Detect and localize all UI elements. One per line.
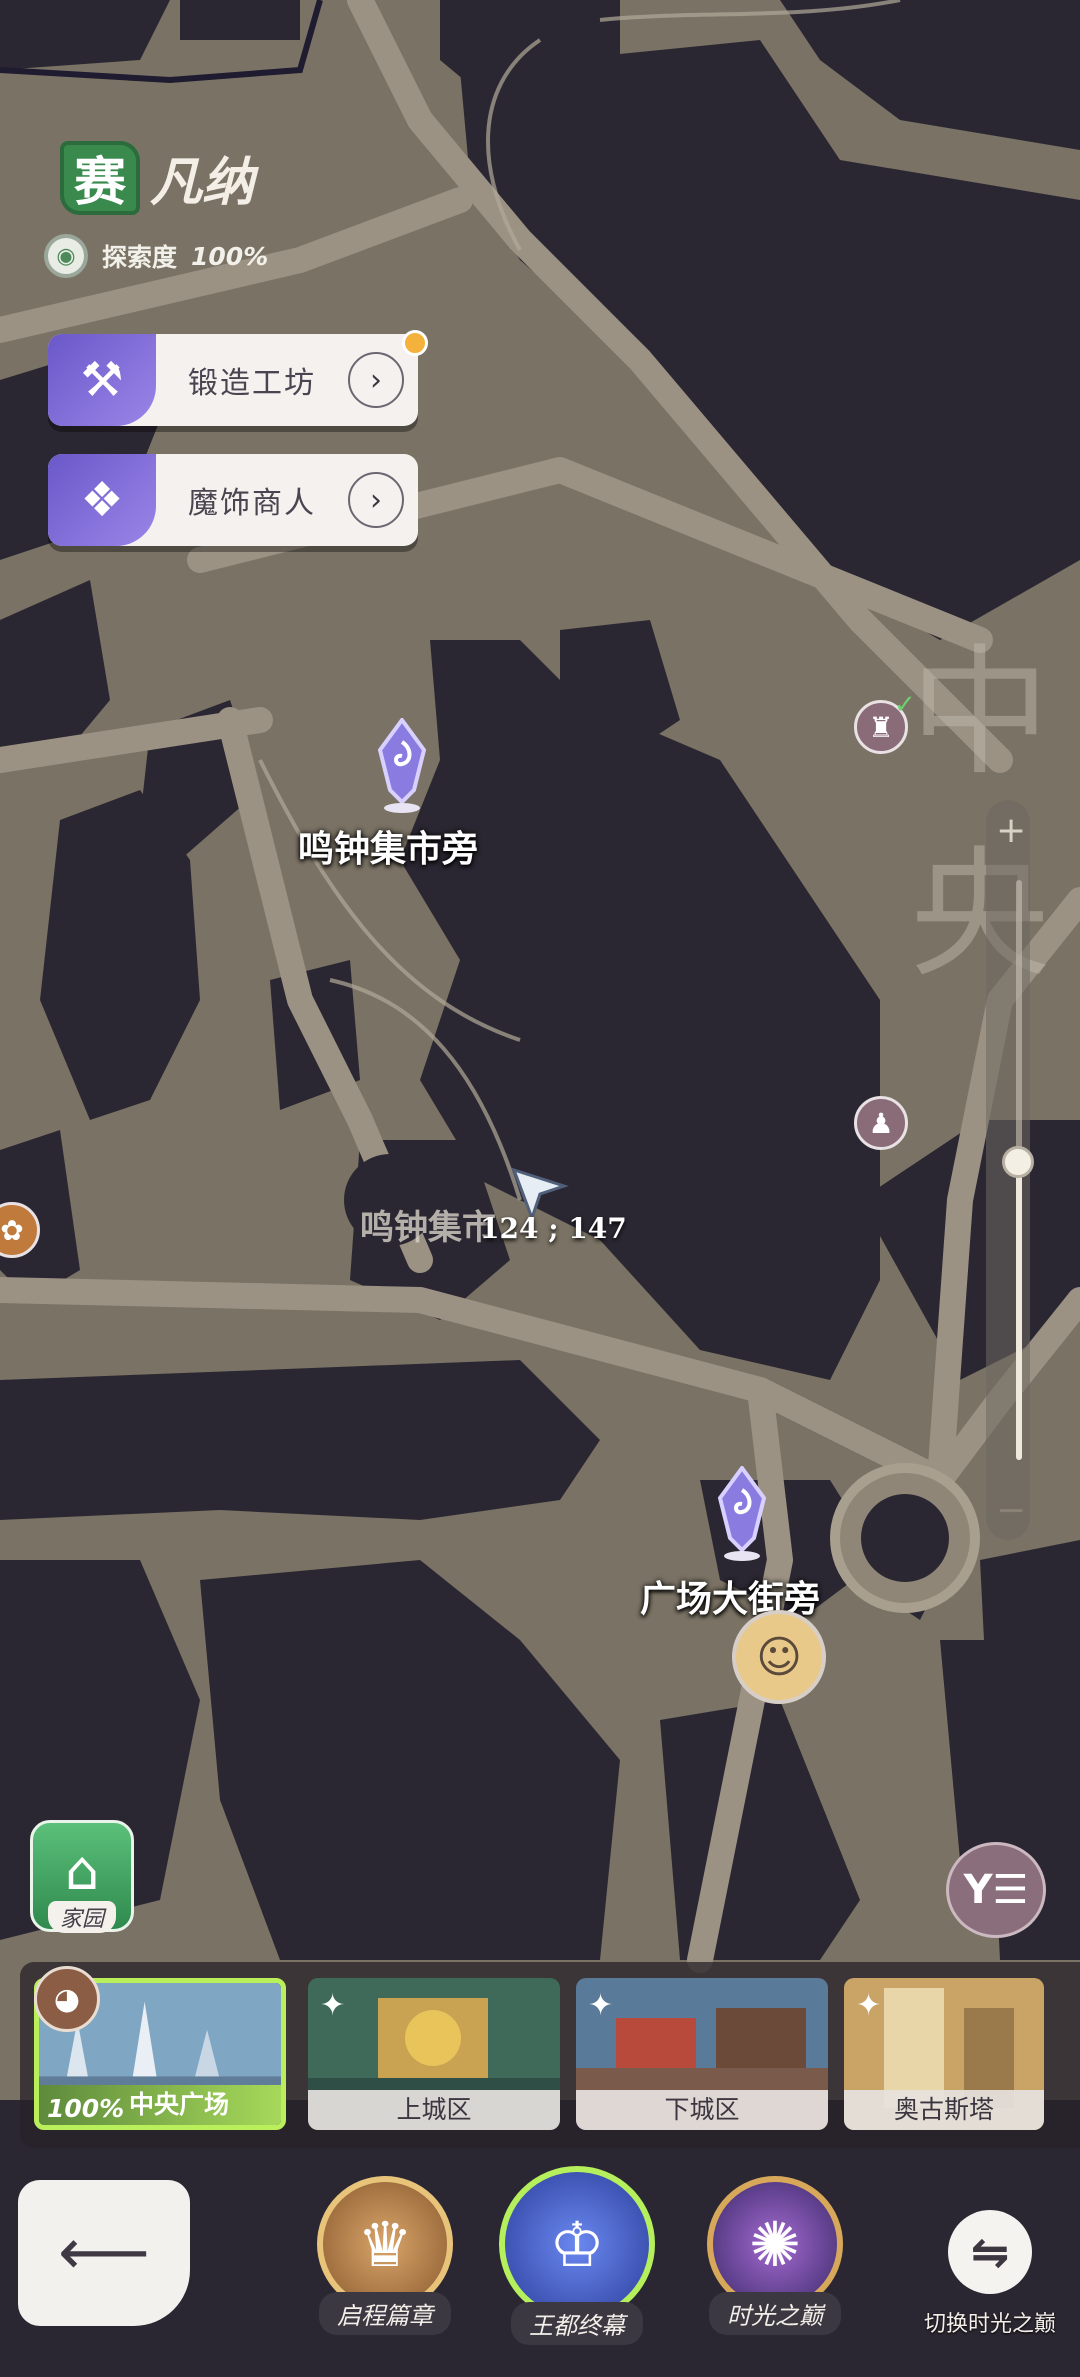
crown-icon: ♔ [499,2166,655,2322]
exploration-value: 100% [191,241,269,271]
chapter-time-peak-button[interactable]: ✺ 时光之巅 [700,2176,850,2335]
exploration-label: 探索度 [102,243,178,272]
chapter-label: 启程篇章 [319,2292,451,2335]
region-tile-label: 下城区 [576,2090,828,2130]
shop-forge-label: 锻造工坊 [188,366,316,401]
teleport-waypoint-icon[interactable] [372,718,432,814]
house-icon: ⌂ [64,1839,100,1902]
chapter-finale-button[interactable]: ♔ 王都终幕 [499,2166,655,2345]
home-button[interactable]: ⌂ 家园 [30,1820,134,1933]
region-tile-upper-city[interactable]: 上城区 [308,1978,560,2130]
back-arrow-icon: ⟵ [58,2216,150,2290]
coordinates-readout: 124 ; 147 [480,1212,627,1245]
region-name: 凡纳 [150,152,255,213]
chapter-departure-button[interactable]: ♛ 启程篇章 [310,2176,460,2335]
switch-label: 切换时光之巅 [923,2312,1056,2337]
region-marker-icon: ✦ [320,1988,346,2023]
crystal-flower-icon: ❖ [48,454,156,546]
filter-button[interactable]: Y☰ [946,1842,1046,1938]
zoom-handle[interactable] [1002,1146,1034,1178]
shop-forge-button[interactable]: ⚒ 锻造工坊 › [48,334,418,426]
chevron-right-icon: › [348,472,404,528]
anvil-icon: ⚒ [48,334,156,426]
waypoint-label: 鸣钟集市旁 [298,829,479,870]
compass-icon: ◉ [44,234,88,278]
zoom-out-button[interactable]: − [996,1490,1026,1531]
back-button[interactable]: ⟵ [18,2180,190,2326]
companion-avatar: ◕ [34,1966,100,2032]
region-marker-icon: ✦ [588,1988,614,2023]
shop-ornament-label: 魔饰商人 [188,486,316,521]
chevron-right-icon: › [348,352,404,408]
filter-list-icon: Y☰ [963,1867,1029,1913]
region-tile-lower-city[interactable]: 下城区 [576,1978,828,2130]
chapter-label: 王都终幕 [511,2302,643,2345]
teleport-waypoint-icon[interactable] [712,1466,772,1562]
exploration-progress: ◉ 探索度 100% [44,234,268,278]
region-badge: 赛 [60,140,140,215]
player-avatar: ☺ [732,1610,826,1704]
region-marker-icon: ✦ [856,1988,882,2023]
region-tile-label: 上城区 [308,2090,560,2130]
zoom-in-button[interactable]: + [996,810,1026,851]
switch-timeline-button[interactable]: ⇋ 切换时光之巅 [900,2210,1080,2338]
shop-ornament-button[interactable]: ❖ 魔饰商人 › [48,454,418,546]
check-icon: ✓ [894,690,916,720]
region-header: 赛 凡纳 [60,140,254,215]
merchant-icon[interactable]: ♟ [854,1096,908,1150]
region-tile-label: 奥古斯塔 [844,2090,1044,2130]
chapter-label: 时光之巅 [709,2292,841,2335]
region-progress: 100% [47,2094,125,2123]
swap-arrows-icon: ⇋ [948,2210,1032,2294]
home-label: 家园 [47,1901,116,1933]
area-label: 鸣钟集市 [360,1208,496,1248]
notification-dot [402,330,428,356]
zoom-fill [1016,1162,1022,1460]
